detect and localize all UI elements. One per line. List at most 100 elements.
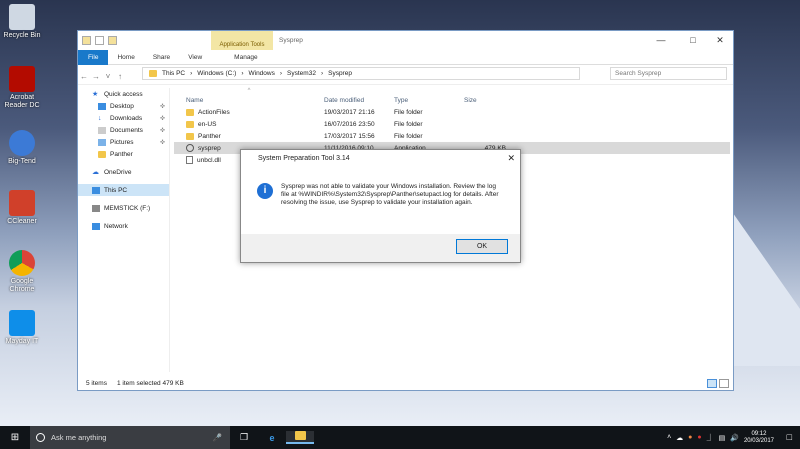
column-type[interactable]: Type — [394, 97, 464, 104]
pin-icon: ✜ — [159, 127, 165, 134]
ribbon-tabs: File Home Share View Manage — [78, 49, 733, 65]
system-tray: ˄ ☁ ● ● ⏌ ▤ 🔊 09:12 20/03/2017 — [667, 426, 774, 449]
file-explorer-taskbar-icon[interactable] — [286, 431, 314, 444]
nav-this-pc[interactable]: This PC — [78, 184, 169, 196]
action-center-icon[interactable]: □ — [787, 432, 792, 442]
download-icon: ↓ — [98, 114, 102, 122]
nav-onedrive[interactable]: ☁ OneDrive — [78, 166, 169, 178]
desktop-icon-recycle-bin[interactable]: Recycle Bin — [2, 4, 42, 40]
back-arrow-icon[interactable]: ← — [78, 72, 90, 81]
column-size[interactable]: Size — [464, 97, 506, 104]
windows-start-icon[interactable]: ⊞ — [0, 432, 30, 443]
dialog-message: Sysprep was not able to validate your Wi… — [281, 183, 499, 206]
chrome-icon — [9, 250, 35, 276]
desktop-icon-teamviewer[interactable]: Mayday IT — [2, 310, 42, 346]
large-icons-view-icon[interactable] — [719, 379, 729, 388]
desktop-icon-acrobat[interactable]: Acrobat Reader DC — [2, 66, 42, 110]
cloud-icon[interactable]: ☁ — [676, 434, 683, 442]
new-folder-icon[interactable] — [108, 36, 117, 45]
tab-share[interactable]: Share — [144, 50, 179, 65]
table-row[interactable]: Panther 17/03/2017 15:56 File folder — [174, 130, 730, 142]
usb-eject-icon[interactable]: ⏌ — [707, 433, 714, 443]
search-input[interactable]: Search Sysprep — [610, 67, 727, 80]
cortana-circle-icon — [36, 433, 45, 442]
tab-home[interactable]: Home — [108, 50, 143, 65]
close-button[interactable]: ✕ — [709, 34, 731, 46]
star-icon: ★ — [92, 90, 99, 98]
nav-quick-access[interactable]: ★ Quick access — [78, 88, 169, 100]
ok-button[interactable]: OK — [456, 239, 508, 254]
application-gear-icon — [186, 144, 194, 152]
desktop-icon-ccleaner[interactable]: CCleaner — [2, 190, 42, 226]
network-tray-icon[interactable]: ▤ — [719, 434, 726, 442]
window-title: Sysprep — [279, 37, 303, 44]
breadcrumb-windows[interactable]: Windows — [248, 70, 274, 77]
nav-network[interactable]: Network — [78, 220, 169, 232]
selection-info: 1 item selected 479 KB — [116, 380, 184, 387]
desktop-icon — [98, 102, 106, 110]
tab-view[interactable]: View — [179, 50, 211, 65]
tab-manage[interactable]: Manage — [225, 50, 267, 65]
details-view-icon[interactable] — [707, 379, 717, 388]
column-date[interactable]: Date modified — [324, 97, 394, 104]
cloud-icon: ☁ — [92, 168, 99, 176]
nav-desktop[interactable]: Desktop ✜ — [78, 100, 169, 112]
show-hidden-icons-chevron-icon[interactable]: ˄ — [667, 434, 671, 441]
sysprep-dialog: System Preparation Tool 3.14 ✕ i Sysprep… — [240, 149, 521, 263]
nav-downloads[interactable]: ↓ Downloads ✜ — [78, 112, 169, 124]
breadcrumb-windows-c[interactable]: Windows (C:) — [197, 70, 236, 77]
tab-file[interactable]: File — [78, 49, 109, 65]
pin-icon: ✜ — [159, 115, 165, 122]
pin-icon: ✜ — [159, 139, 165, 146]
recent-chevron-icon[interactable]: ˅ — [102, 72, 114, 81]
cortana-search-box[interactable]: Ask me anything 🎤 — [30, 426, 230, 449]
breadcrumb-this-pc[interactable]: This PC — [162, 70, 185, 77]
maximize-button[interactable]: □ — [682, 34, 704, 46]
taskbar: ⊞ Ask me anything 🎤 ❐ e ˄ ☁ ● ● ⏌ ▤ 🔊 09… — [0, 426, 800, 449]
folder-icon — [186, 120, 194, 128]
title-bar: Application Tools Sysprep — □ ✕ — [78, 31, 733, 50]
app-tray-icon[interactable]: ● — [688, 434, 692, 441]
table-row[interactable]: ActionFiles 19/03/2017 21:16 File folder — [174, 106, 730, 118]
forward-arrow-icon[interactable]: → — [90, 72, 102, 81]
bigtend-icon — [9, 130, 35, 156]
antivirus-icon[interactable]: ● — [697, 434, 701, 441]
desktop-icon-chrome[interactable]: Google Chrome — [2, 250, 42, 294]
desktop-icon-bigtend[interactable]: Big-Tend — [2, 130, 42, 166]
usb-drive-icon — [92, 204, 100, 212]
clock[interactable]: 09:12 20/03/2017 — [744, 431, 774, 445]
edge-icon[interactable]: e — [258, 433, 286, 443]
folder-icon — [98, 150, 106, 158]
breadcrumb-sysprep[interactable]: Sysprep — [328, 70, 352, 77]
properties-icon[interactable] — [95, 36, 104, 45]
breadcrumb-system32[interactable]: System32 — [287, 70, 316, 77]
dialog-title: System Preparation Tool 3.14 — [258, 155, 350, 162]
application-tools-tab[interactable]: Application Tools — [211, 31, 273, 50]
folder-icon — [186, 132, 194, 140]
nav-memstick[interactable]: MEMSTICK (F:) — [78, 202, 169, 214]
minimize-button[interactable]: — — [650, 34, 672, 46]
acrobat-icon — [9, 66, 35, 92]
pictures-icon — [98, 138, 106, 146]
nav-documents[interactable]: Documents ✜ — [78, 124, 169, 136]
dialog-title-bar: System Preparation Tool 3.14 ✕ — [241, 150, 520, 167]
folder-icon[interactable] — [82, 36, 91, 45]
status-bar: 5 items 1 item selected 479 KB — [78, 377, 733, 390]
dialog-footer: OK — [241, 234, 520, 262]
teamviewer-icon — [9, 310, 35, 336]
pin-icon: ✜ — [159, 103, 165, 110]
dialog-close-button[interactable]: ✕ — [507, 153, 515, 164]
nav-pictures[interactable]: Pictures ✜ — [78, 136, 169, 148]
volume-icon[interactable]: 🔊 — [730, 434, 739, 442]
address-bar[interactable]: This PC › Windows (C:) › Windows › System32… — [142, 67, 580, 80]
up-arrow-icon[interactable]: ↑ — [114, 72, 126, 81]
task-view-icon[interactable]: ❐ — [230, 432, 258, 443]
ccleaner-icon — [9, 190, 35, 216]
documents-icon — [98, 126, 106, 134]
nav-panther[interactable]: Panther — [78, 148, 169, 160]
navigation-pane: ★ Quick access Desktop ✜ ↓ Downloads ✜ Docum… — [78, 88, 170, 372]
microphone-icon[interactable]: 🎤 — [213, 433, 222, 442]
column-name[interactable]: Name — [174, 97, 324, 104]
column-header-row: Name Date modified Type Size — [174, 94, 730, 106]
table-row[interactable]: en-US 16/07/2016 23:50 File folder — [174, 118, 730, 130]
